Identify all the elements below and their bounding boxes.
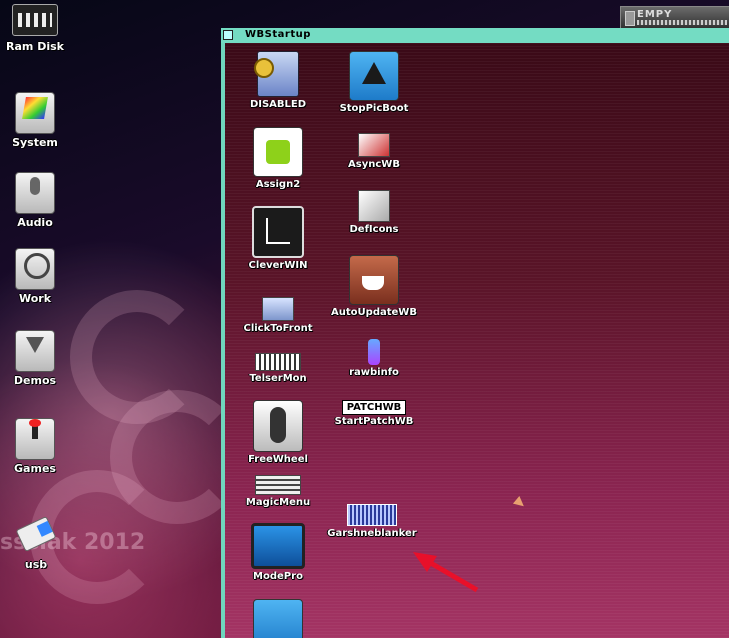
clock-drive-icon <box>15 248 55 290</box>
icon-magicmenu[interactable]: MagicMenu <box>228 475 328 508</box>
icon-telsermon[interactable]: TelserMon <box>228 353 328 384</box>
window-content: DISABLED Assign2 CleverWIN ClickToFront … <box>225 43 729 638</box>
icon-label: ClickToFront <box>243 323 313 334</box>
gadget-icon <box>625 11 635 26</box>
menu-icon <box>255 475 301 495</box>
joystick-drive-icon <box>15 418 55 460</box>
icon-label: AsyncWB <box>348 159 400 170</box>
terminal-icon <box>255 353 301 371</box>
info-figure-icon <box>368 339 380 365</box>
icon-label: Assign2 <box>255 179 301 190</box>
icon-asyncwb[interactable]: AsyncWB <box>324 133 424 170</box>
mouse-icon <box>253 400 303 452</box>
red-arrow-annotation <box>413 552 479 593</box>
icon-disabled[interactable]: DISABLED <box>228 51 328 110</box>
desktop-icon-label: Audio <box>17 216 53 229</box>
icon-label: FreeWheel <box>248 454 308 465</box>
desktop-icon-label: System <box>12 136 58 149</box>
gadget-label: EMPY <box>637 9 673 20</box>
desktop-icon-ram-disk[interactable]: Ram Disk <box>0 4 75 53</box>
icon-label: AutoUpdateWB <box>331 307 417 318</box>
tools-icon <box>358 190 390 222</box>
gadget-meter <box>637 20 727 25</box>
wbstartup-window[interactable]: WBStartup DISABLED Assign2 CleverWIN Cli… <box>221 28 729 638</box>
desktop-icon-demos[interactable]: Demos <box>0 330 75 387</box>
mouse-pointer-icon <box>512 495 528 511</box>
desktop-icon-audio[interactable]: Audio <box>0 172 75 229</box>
coffee-cup-icon <box>349 255 399 305</box>
icon-autoupdatewb[interactable]: AutoUpdateWB <box>324 255 424 318</box>
window-title: WBStartup <box>245 29 311 40</box>
icon-deficons[interactable]: DefIcons <box>324 190 424 235</box>
warning-icon <box>349 51 399 101</box>
desktop-icon-work[interactable]: Work <box>0 248 75 305</box>
icon-label: DefIcons <box>349 224 399 235</box>
icon-cleverwin[interactable]: CleverWIN <box>228 206 328 271</box>
desktop-icon-system[interactable]: System <box>0 92 75 149</box>
close-icon[interactable] <box>223 30 233 40</box>
cabinet-gears-icon <box>254 51 299 97</box>
icon-clicktofront[interactable]: ClickToFront <box>228 297 328 334</box>
system-drive-icon <box>15 92 55 134</box>
demos-drive-icon <box>15 330 55 372</box>
pen-document-icon <box>253 599 303 638</box>
icon-label: CleverWIN <box>248 260 308 271</box>
icon-assign2[interactable]: Assign2 <box>228 127 328 190</box>
microphone-drive-icon <box>15 172 55 214</box>
icon-freewheel[interactable]: FreeWheel <box>228 400 328 465</box>
icon-label: MagicMenu <box>245 497 311 508</box>
icon-startpatchwb[interactable]: PATCHWB StartPatchWB <box>324 395 424 427</box>
icon-editor-partial[interactable] <box>228 599 328 638</box>
icon-label: ModePro <box>253 571 303 582</box>
usb-stick-icon <box>15 515 57 553</box>
window-corner-icon <box>252 206 304 258</box>
icon-label: rawbinfo <box>349 367 399 378</box>
icon-garshneblanker[interactable]: Garshneblanker <box>322 504 422 539</box>
top-right-gadget[interactable]: EMPY <box>620 6 729 30</box>
icon-label: DISABLED <box>249 99 307 110</box>
window-titlebar[interactable]: WBStartup <box>221 28 729 43</box>
icon-rawbinfo[interactable]: rawbinfo <box>324 339 424 378</box>
puzzle-piece-icon <box>253 127 303 177</box>
monitor-icon <box>251 523 305 569</box>
desktop-icon-label: Ram Disk <box>6 40 64 53</box>
desktop-icon-games[interactable]: Games <box>0 418 75 475</box>
icon-stoppicboot[interactable]: StopPicBoot <box>324 51 424 114</box>
ram-disk-icon <box>12 4 58 36</box>
desktop-icon-label: Demos <box>13 374 57 387</box>
icon-label: StartPatchWB <box>334 416 414 427</box>
desktop-icon-usb[interactable]: usb <box>0 515 76 571</box>
icon-label: TelserMon <box>249 373 307 384</box>
icon-label: Garshneblanker <box>327 528 417 539</box>
icon-modepro[interactable]: ModePro <box>228 523 328 582</box>
icon-label: StopPicBoot <box>339 103 409 114</box>
desktop-icon-label: usb <box>24 558 48 571</box>
async-tools-icon <box>358 133 390 157</box>
blanker-icon <box>347 504 397 526</box>
patchwb-badge: PATCHWB <box>341 400 407 415</box>
desktop-icon-label: Work <box>18 292 52 305</box>
desktop-icon-label: Games <box>14 462 56 475</box>
stacked-windows-icon <box>262 297 294 321</box>
